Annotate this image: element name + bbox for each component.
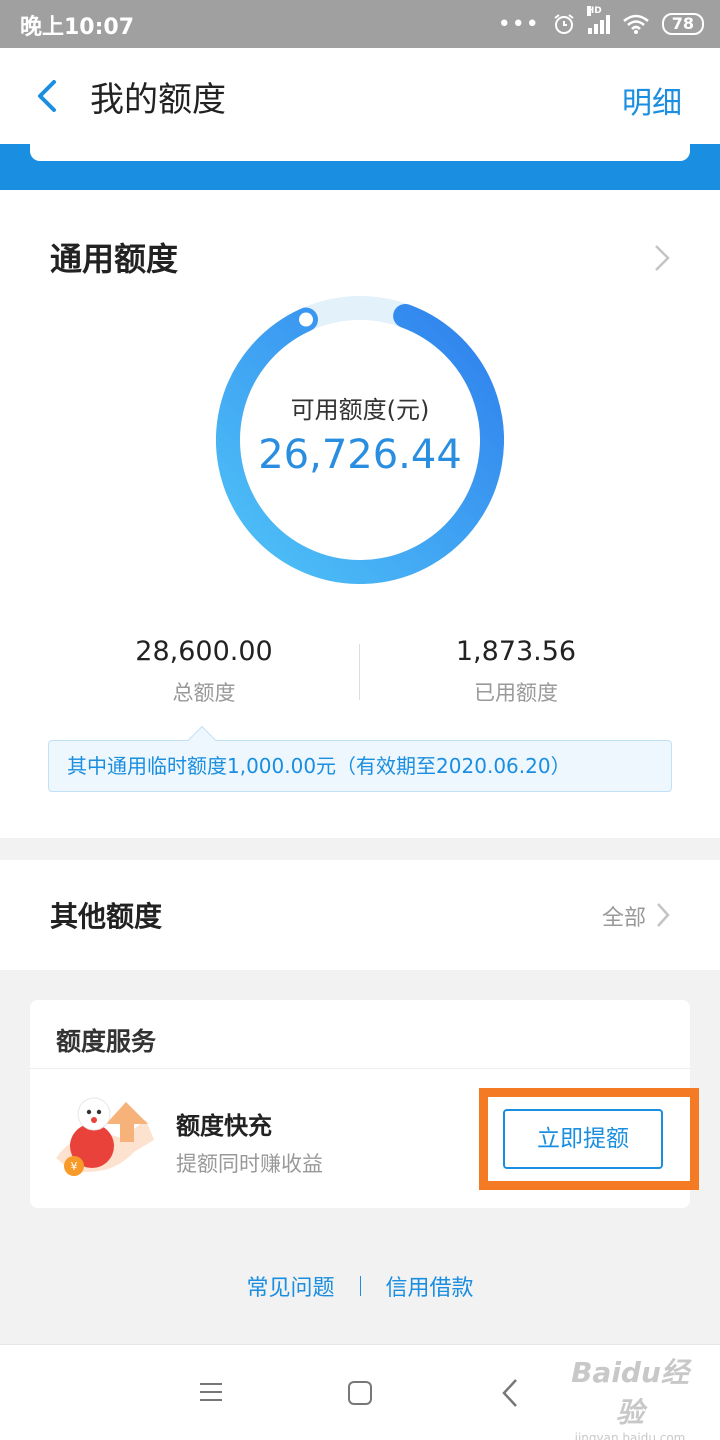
used-quota-label: 已用额度 bbox=[474, 681, 558, 705]
available-quota-label: 可用额度(元) bbox=[290, 396, 430, 424]
home-icon[interactable] bbox=[347, 1380, 373, 1406]
quota-boost-name: 额度快充 bbox=[176, 1112, 272, 1140]
status-bar: 晚上10:07 ••• HD 78 bbox=[0, 0, 720, 48]
battery-indicator: 78 bbox=[661, 13, 704, 35]
quota-service-card: 额度服务 ¥ 额度快充 提额同时赚收益 立即提额 bbox=[30, 1000, 699, 1208]
chevron-right-icon[interactable] bbox=[652, 242, 672, 274]
wifi-icon bbox=[622, 14, 649, 34]
general-quota-title: 通用额度 bbox=[50, 240, 179, 278]
faq-link[interactable]: 常见问题 bbox=[246, 1270, 334, 1302]
chevron-right-icon[interactable] bbox=[654, 900, 672, 930]
total-quota-value: 28,600.00 bbox=[135, 636, 273, 667]
quota-boost-desc: 提额同时赚收益 bbox=[176, 1152, 323, 1176]
total-quota-stat: 28,600.00 总额度 bbox=[54, 636, 354, 707]
chevron-left-icon[interactable] bbox=[30, 76, 70, 116]
available-quota-value: 26,726.44 bbox=[258, 432, 462, 478]
back-nav-icon[interactable] bbox=[500, 1377, 522, 1409]
more-dots-icon: ••• bbox=[497, 11, 540, 37]
other-quota-title: 其他额度 bbox=[50, 900, 163, 933]
stat-divider bbox=[359, 644, 360, 700]
status-icons: ••• HD 78 bbox=[497, 6, 704, 40]
used-quota-stat: 1,873.56 已用额度 bbox=[366, 636, 666, 707]
signal-icon: HD bbox=[586, 6, 610, 34]
menu-icon[interactable] bbox=[198, 1381, 224, 1403]
watermark: Baidu经验 jingyan.baidu.com bbox=[560, 1351, 700, 1440]
increase-quota-button[interactable]: 立即提额 bbox=[503, 1109, 663, 1169]
footer-separator bbox=[359, 1276, 361, 1296]
other-quota-row[interactable]: 其他额度 全部 bbox=[0, 860, 720, 970]
credit-loan-link[interactable]: 信用借款 bbox=[386, 1270, 474, 1302]
temporary-quota-note: 其中通用临时额度1,000.00元（有效期至2020.06.20） bbox=[48, 740, 672, 792]
used-quota-value: 1,873.56 bbox=[455, 636, 577, 667]
footer-links: 常见问题 信用借款 bbox=[0, 1270, 720, 1302]
watermark-logo: Baidu经验 bbox=[571, 1356, 689, 1429]
status-time: 晚上10:07 bbox=[20, 15, 135, 40]
page-title: 我的额度 bbox=[90, 80, 226, 120]
detail-link[interactable]: 明细 bbox=[622, 78, 682, 122]
total-quota-label: 总额度 bbox=[172, 681, 236, 705]
header-band bbox=[0, 144, 720, 190]
ring-knob bbox=[298, 312, 313, 327]
service-divider bbox=[30, 1068, 690, 1069]
app-header: 我的额度 明细 bbox=[0, 48, 720, 144]
svg-text:¥: ¥ bbox=[71, 1160, 78, 1173]
general-quota-card[interactable]: 通用额度 可用额度(元) 26,726.44 28,600.00 总额度 1,8… bbox=[0, 190, 720, 838]
view-all-link[interactable]: 全部 bbox=[602, 900, 646, 932]
band-card bbox=[30, 144, 690, 161]
watermark-url: jingyan.baidu.com bbox=[574, 1431, 686, 1440]
system-nav-bar: Baidu经验 jingyan.baidu.com bbox=[0, 1344, 720, 1440]
quota-service-title: 额度服务 bbox=[56, 1027, 157, 1056]
mascot-icon: ¥ bbox=[56, 1097, 154, 1176]
alarm-icon bbox=[554, 14, 574, 34]
hd-badge: HD bbox=[586, 6, 602, 16]
